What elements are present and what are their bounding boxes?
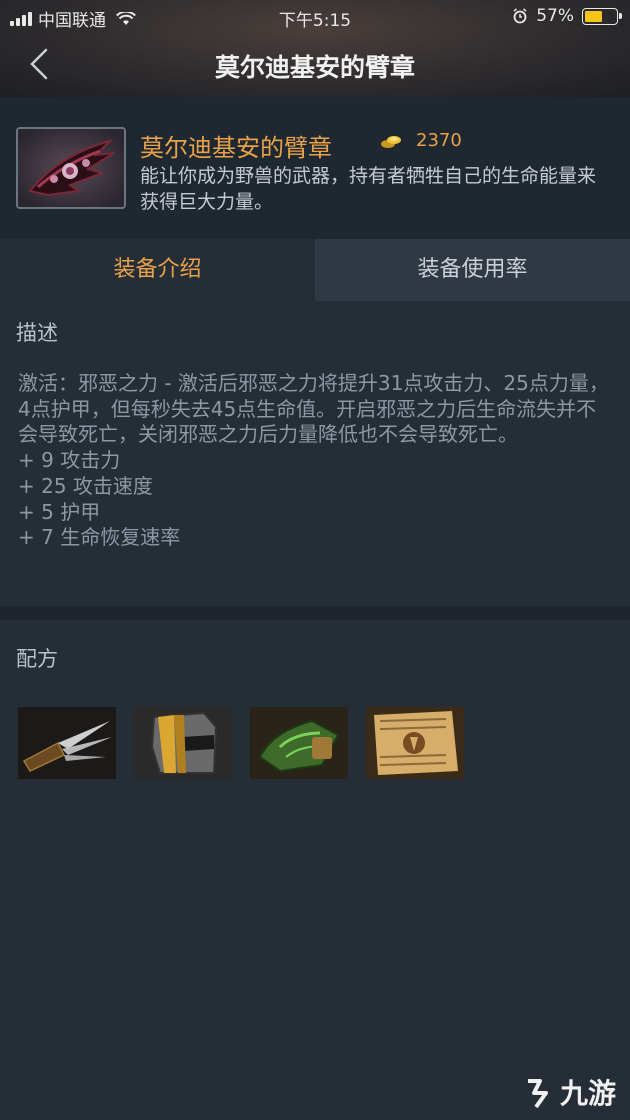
jiuyou-logo-icon (527, 1079, 548, 1109)
item-cost: 2370 (416, 130, 462, 151)
section-divider (0, 606, 630, 620)
stat-line: + 9 攻击力 (18, 448, 121, 473)
stat-line: + 5 护甲 (18, 499, 101, 524)
recipe-section-title: 配方 (16, 647, 58, 671)
watermark-text: 九游 (559, 1077, 616, 1110)
description-text: 激活：邪恶之力 - 激活后邪恶之力将提升31点攻击力、25点力量，4点护甲，但每… (18, 371, 609, 447)
description-body: 激活：邪恶之力 - 激活后邪恶之力将提升31点攻击力、25点力量，4点护甲，但每… (18, 371, 614, 551)
tab-usage-rate[interactable]: 装备使用率 (315, 239, 630, 301)
tab-bar: 装备介绍 装备使用率 (0, 239, 630, 301)
watermark-logo: 九游 (522, 1072, 616, 1112)
page-title: 莫尔迪基安的臂章 (214, 53, 415, 82)
alarm-icon (513, 8, 527, 24)
armlet-icon (16, 127, 126, 209)
gloves-of-haste-icon[interactable] (250, 707, 348, 779)
top-bar: 中国联通 下午5:15 57% 莫尔迪基安的臂章 (0, 0, 630, 97)
description-section-title: 描述 (16, 321, 58, 345)
item-description: 能让你成为野兽的武器，持有者牺牲自己的生命能量来获得巨大力量。 (140, 165, 597, 213)
battery-percent: 57% (536, 6, 574, 26)
helm-of-iron-will-icon[interactable] (134, 707, 232, 779)
stat-line: + 25 攻击速度 (18, 473, 153, 498)
stat-line: + 7 生命恢复速率 (18, 525, 181, 550)
battery-icon (582, 7, 622, 25)
item-header: 莫尔迪基安的臂章 2370 能让你成为野兽的武器，持有者牺牲自己的生命能量来获得… (0, 97, 630, 239)
status-bar: 中国联通 下午5:15 57% (0, 0, 630, 32)
tab-equipment-intro[interactable]: 装备介绍 (0, 239, 315, 301)
nav-bar: 莫尔迪基安的臂章 (0, 32, 630, 97)
item-name: 莫尔迪基安的臂章 (140, 134, 332, 162)
blades-of-attack-icon[interactable] (18, 707, 116, 779)
recipe-scroll-icon[interactable] (366, 707, 464, 779)
gold-icon (381, 136, 401, 148)
